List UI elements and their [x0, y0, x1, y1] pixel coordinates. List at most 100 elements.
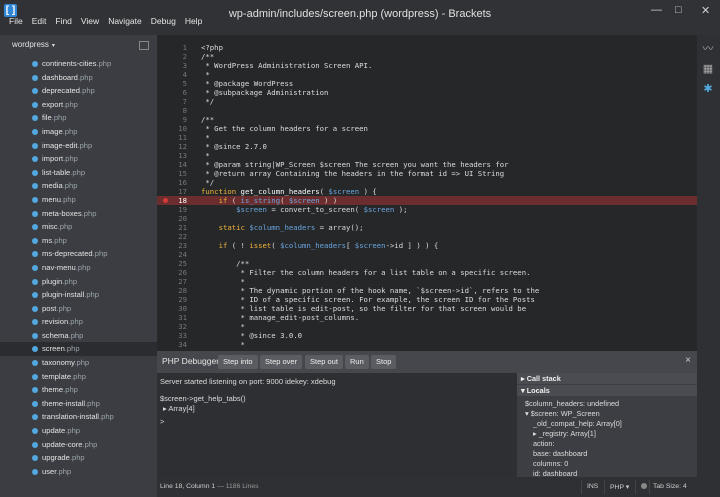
code-line[interactable]: 2 /** [157, 52, 697, 61]
minimize-icon[interactable]: — [651, 4, 662, 16]
code-line[interactable]: 32 * [157, 322, 697, 331]
run-button[interactable]: Run [345, 355, 369, 369]
code-line[interactable]: 22 [157, 232, 697, 241]
code-line[interactable]: 34 * [157, 340, 697, 349]
local-variable[interactable]: ▸ _registry: Array[1] [533, 429, 596, 438]
file-item-meta-boxes[interactable]: meta-boxes.php [0, 207, 157, 221]
file-item-deprecated[interactable]: deprecated.php [0, 84, 157, 98]
linter-status-icon[interactable] [641, 483, 647, 489]
code-line[interactable]: 18 if ( is_string( $screen ) ) [157, 196, 697, 205]
local-variable[interactable]: ▾ $screen: WP_Screen [525, 409, 600, 418]
locals-header[interactable]: ▾ Locals [517, 385, 697, 396]
debugger-icon[interactable]: ✱ [702, 83, 714, 95]
code-line[interactable]: 27 * [157, 277, 697, 286]
code-line[interactable]: 6 * @subpackage Administration [157, 88, 697, 97]
file-item-theme-install[interactable]: theme-install.php [0, 397, 157, 411]
code-line[interactable]: 23 if ( ! isset( $column_headers[ $scree… [157, 241, 697, 250]
extension-manager-icon[interactable]: ▦ [702, 63, 714, 75]
file-item-export[interactable]: export.php [0, 98, 157, 112]
code-line[interactable]: 25 /** [157, 259, 697, 268]
code-line[interactable]: 24 [157, 250, 697, 259]
code-line[interactable]: 15 * @return array Containing the header… [157, 169, 697, 178]
console-result[interactable]: ▸ Array[4] [163, 404, 195, 413]
local-variable[interactable]: _old_compat_help: Array[0] [533, 419, 622, 428]
local-variable[interactable]: action: [533, 439, 555, 448]
file-item-media[interactable]: media.php [0, 179, 157, 193]
code-line[interactable]: 33 * @since 3.0.0 [157, 331, 697, 340]
file-item-image[interactable]: image.php [0, 125, 157, 139]
debug-console[interactable]: Server started listening on port: 9000 i… [157, 373, 517, 477]
code-line[interactable]: 10 * Get the column headers for a screen [157, 124, 697, 133]
code-line[interactable]: 16 */ [157, 178, 697, 187]
code-line[interactable]: 29 * ID of a specific screen. For exampl… [157, 295, 697, 304]
code-line[interactable]: 5 * @package WordPress [157, 79, 697, 88]
file-item-upgrade[interactable]: upgrade.php [0, 451, 157, 465]
file-item-dashboard[interactable]: dashboard.php [0, 71, 157, 85]
file-item-import[interactable]: import.php [0, 152, 157, 166]
code-line[interactable]: 9 /** [157, 115, 697, 124]
file-item-list-table[interactable]: list-table.php [0, 166, 157, 180]
file-item-taxonomy[interactable]: taxonomy.php [0, 356, 157, 370]
file-item-file[interactable]: file.php [0, 111, 157, 125]
file-item-nav-menu[interactable]: nav-menu.php [0, 261, 157, 275]
file-item-user[interactable]: user.php [0, 465, 157, 479]
code-line[interactable]: 30 * list table is edit-post, so the fil… [157, 304, 697, 313]
step-out-button[interactable]: Step out [305, 355, 343, 369]
code-line[interactable]: 7 */ [157, 97, 697, 106]
code-line[interactable]: 13 * [157, 151, 697, 160]
code-line[interactable]: 4 * [157, 70, 697, 79]
code-text: * ID of a specific screen. For example, … [201, 295, 535, 304]
code-line[interactable]: 19 $screen = convert_to_screen( $screen … [157, 205, 697, 214]
code-line[interactable]: 8 [157, 106, 697, 115]
console-prompt[interactable]: > [160, 417, 164, 426]
code-line[interactable]: 1 <?php [157, 43, 697, 52]
file-item-template[interactable]: template.php [0, 370, 157, 384]
code-line[interactable]: 21 static $column_headers = array(); [157, 223, 697, 232]
code-line[interactable]: 28 * The dynamic portion of the hook nam… [157, 286, 697, 295]
split-view-icon[interactable] [139, 41, 149, 50]
code-line[interactable]: 14 * @param string|WP_Screen $screen The… [157, 160, 697, 169]
file-name: deprecated [42, 86, 80, 96]
file-item-plugin[interactable]: plugin.php [0, 275, 157, 289]
local-variable[interactable]: columns: 0 [533, 459, 568, 468]
close-window-icon[interactable]: ✕ [701, 4, 710, 17]
step-over-button[interactable]: Step over [260, 355, 303, 369]
live-preview-icon[interactable]: 〰 [702, 43, 714, 55]
code-line[interactable]: 3 * WordPress Administration Screen API. [157, 61, 697, 70]
file-item-revision[interactable]: revision.php [0, 315, 157, 329]
local-variable[interactable]: $column_headers: undefined [525, 399, 619, 408]
file-item-schema[interactable]: schema.php [0, 329, 157, 343]
file-item-plugin-install[interactable]: plugin-install.php [0, 288, 157, 302]
local-variable[interactable]: base: dashboard [533, 449, 587, 458]
file-item-misc[interactable]: misc.php [0, 220, 157, 234]
code-line[interactable]: 20 [157, 214, 697, 223]
close-panel-icon[interactable]: × [685, 355, 691, 366]
tab-size-selector[interactable]: Tab Size: 4 [653, 483, 687, 490]
project-dropdown[interactable]: wordpress ▾ [0, 35, 157, 55]
file-item-ms[interactable]: ms.php [0, 234, 157, 248]
code-line[interactable]: 17 function get_column_headers( $screen )… [157, 187, 697, 196]
callstack-header[interactable]: ▸ Call stack [517, 373, 697, 384]
file-item-menu[interactable]: menu.php [0, 193, 157, 207]
maximize-icon[interactable]: □ [675, 4, 682, 16]
file-item-theme[interactable]: theme.php [0, 383, 157, 397]
stop-button[interactable]: Stop [371, 355, 397, 369]
code-editor[interactable]: 1 <?php 2/** 3 * WordPress Administration S… [157, 35, 697, 351]
file-item-screen[interactable]: screen.php [0, 342, 157, 357]
file-item-image-edit[interactable]: image-edit.php [0, 139, 157, 153]
file-item-translation-install[interactable]: translation-install.php [0, 410, 157, 424]
file-item-continents-cities[interactable]: continents-cities.php [0, 57, 157, 71]
code-line[interactable]: 26 * Filter the column headers for a lis… [157, 268, 697, 277]
file-item-update-core[interactable]: update-core.php [0, 438, 157, 452]
code-line[interactable]: 11 * [157, 133, 697, 142]
file-extension: .php [92, 249, 108, 259]
file-item-ms-deprecated[interactable]: ms-deprecated.php [0, 247, 157, 261]
file-item-post[interactable]: post.php [0, 302, 157, 316]
file-item-update[interactable]: update.php [0, 424, 157, 438]
code-line[interactable]: 31 * manage_edit-post_columns. [157, 313, 697, 322]
code-line[interactable]: 12 * @since 2.7.0 [157, 142, 697, 151]
step-into-button[interactable]: Step into [218, 355, 258, 369]
insert-mode-indicator[interactable]: INS [587, 483, 598, 490]
php-file-icon [32, 88, 38, 95]
language-selector[interactable]: PHP ▾ [610, 483, 629, 491]
